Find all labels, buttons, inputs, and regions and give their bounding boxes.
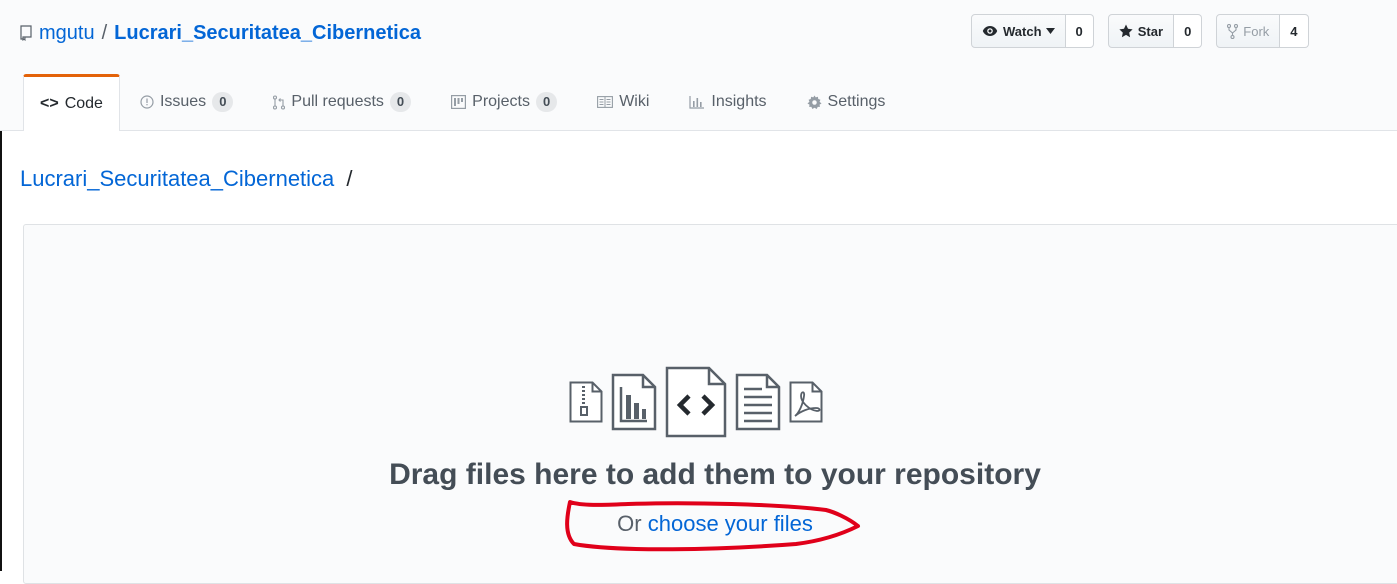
tab-issues-label: Issues (159, 93, 207, 110)
repo-name-link[interactable]: Lucrari_Securitatea_Cibernetica (114, 20, 421, 46)
gear-icon (807, 94, 822, 109)
tab-pull-requests[interactable]: Pull requests 0 (253, 74, 431, 130)
fork-button[interactable]: Fork (1216, 14, 1281, 48)
issues-counter: 0 (212, 92, 234, 112)
file-code-icon (665, 366, 727, 438)
file-pdf-icon (789, 381, 823, 423)
drag-files-heading: Drag files here to add them to your repo… (389, 458, 1041, 491)
choose-files-link[interactable]: choose your files (648, 511, 813, 536)
pull-requests-counter: 0 (389, 92, 412, 112)
watch-group: Watch 0 (971, 14, 1094, 48)
star-button[interactable]: Star (1107, 14, 1175, 48)
watch-count[interactable]: 0 (1065, 14, 1094, 48)
projects-counter: 0 (535, 92, 558, 112)
tab-insights[interactable]: Insights (669, 74, 786, 130)
repo-tabs: <> Code Issues 0 Pull requests 0 Project… (23, 74, 906, 131)
fork-count[interactable]: 4 (1280, 14, 1309, 48)
title-separator: / (101, 22, 108, 44)
tab-wiki-label: Wiki (619, 93, 650, 110)
fork-label: Fork (1243, 23, 1270, 39)
repo-header: mgutu / Lucrari_Securitatea_Cibernetica … (0, 0, 1397, 131)
star-group: Star 0 (1107, 14, 1203, 48)
tab-settings[interactable]: Settings (787, 74, 906, 130)
star-icon (1119, 24, 1133, 38)
code-icon: <> (40, 95, 59, 112)
watch-button[interactable]: Watch (971, 14, 1066, 48)
pull-request-icon (273, 94, 286, 110)
eye-icon (982, 26, 998, 36)
tab-issues[interactable]: Issues 0 (120, 74, 253, 130)
owner-link[interactable]: mgutu (39, 20, 95, 46)
tab-pull-requests-label: Pull requests (291, 93, 384, 110)
file-chart-icon (611, 373, 657, 431)
star-label: Star (1137, 23, 1164, 39)
breadcrumb-separator: / (346, 166, 353, 191)
star-count[interactable]: 0 (1174, 14, 1203, 48)
file-type-icons (569, 366, 831, 438)
tab-projects-label: Projects (472, 93, 530, 110)
graph-icon (689, 96, 705, 109)
tab-settings-label: Settings (827, 93, 886, 110)
tab-wiki[interactable]: Wiki (577, 74, 669, 130)
issue-icon (140, 95, 154, 109)
repo-icon (20, 25, 32, 41)
watch-label: Watch (1003, 23, 1042, 39)
breadcrumb: Lucrari_Securitatea_Cibernetica / (20, 166, 353, 192)
file-zip-icon (569, 381, 603, 423)
project-icon (451, 95, 467, 109)
breadcrumb-repo-link[interactable]: Lucrari_Securitatea_Cibernetica (20, 166, 334, 191)
or-text: Or (617, 511, 642, 536)
tab-insights-label: Insights (711, 93, 767, 110)
chevron-down-icon (1045, 28, 1055, 34)
tab-code[interactable]: <> Code (23, 74, 120, 131)
repo-title: mgutu / Lucrari_Securitatea_Cibernetica (20, 20, 421, 46)
tab-code-label: Code (64, 95, 103, 112)
choose-files-line: Or choose your files (0, 511, 1397, 537)
repo-actions: Watch 0 Star 0 Fork 4 (971, 14, 1323, 48)
fork-icon (1227, 23, 1239, 39)
tab-projects[interactable]: Projects 0 (431, 74, 577, 130)
book-icon (597, 96, 614, 108)
file-text-icon (735, 373, 781, 431)
fork-group: Fork 4 (1216, 14, 1309, 48)
